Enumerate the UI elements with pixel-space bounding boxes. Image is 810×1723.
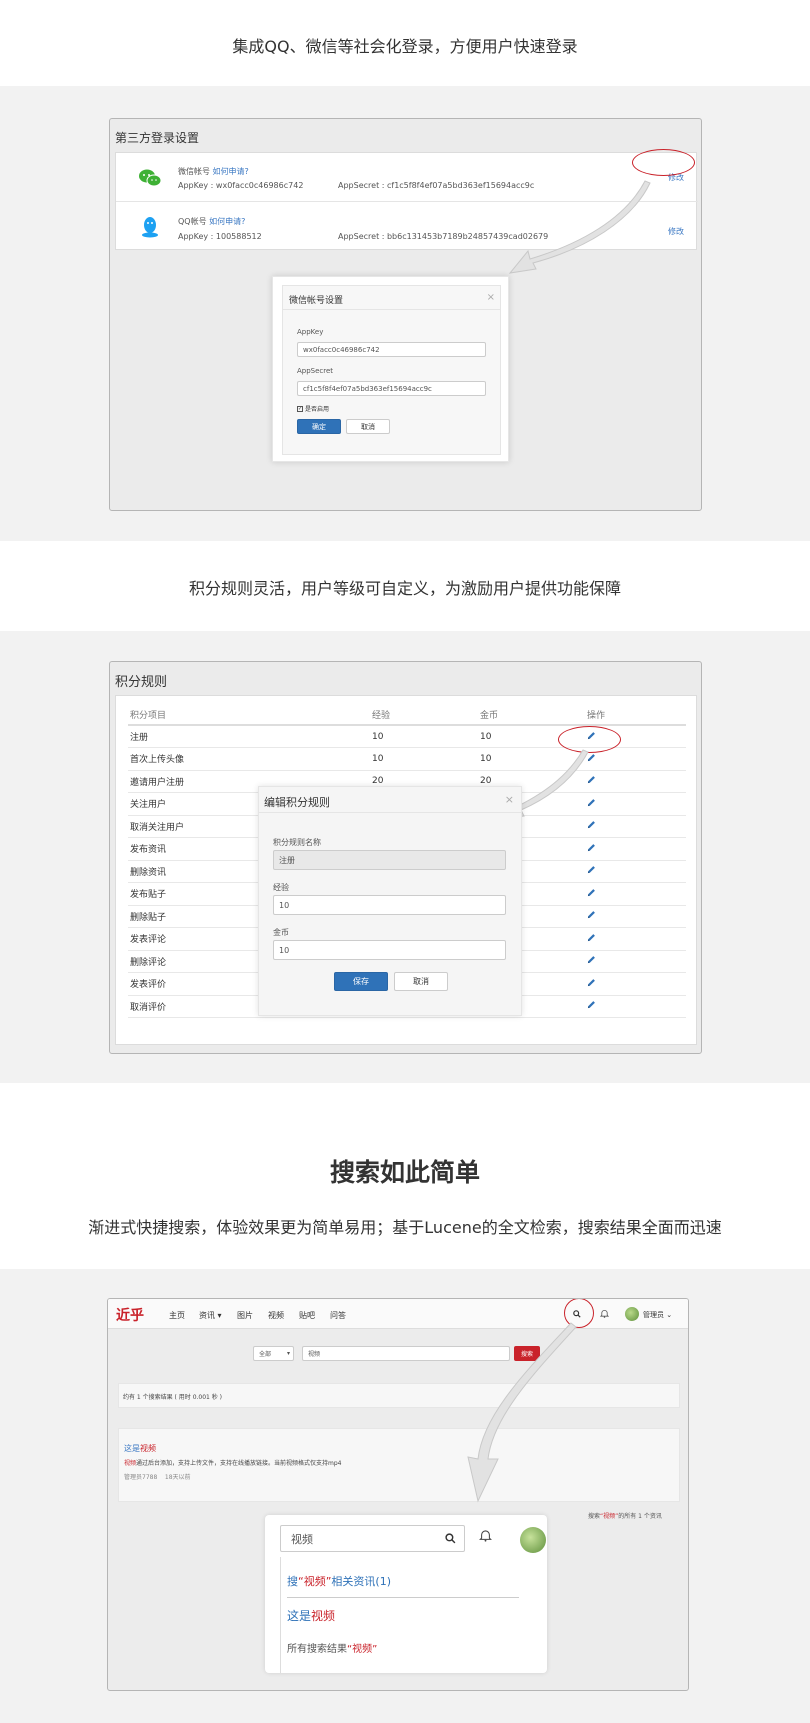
points-rules-caption: 积分规则灵活，用户等级可自定义，为激励用户提供功能保障 <box>188 579 621 598</box>
save-button[interactable]: 保存 <box>334 972 388 991</box>
enabled-checkbox-row[interactable]: ✓ 是否启用 <box>297 404 329 413</box>
divider <box>287 1597 519 1598</box>
close-icon[interactable]: × <box>487 292 495 303</box>
appkey-label: AppKey <box>297 328 324 336</box>
confirm-button[interactable]: 确定 <box>297 419 341 434</box>
dialog-header: 微信帐号设置 × <box>283 286 500 310</box>
appsecret-label: AppSecret <box>297 367 334 375</box>
search-icon[interactable] <box>445 1533 456 1544</box>
cancel-button[interactable]: 取消 <box>394 972 448 991</box>
search-demo-frame: 近乎 主页 资讯 ▾ 图片 视频 贴吧 问答 管理员 ⌄ 全部 ▾ 视频 搜索 约… <box>107 1298 689 1691</box>
dialog-header: 编辑积分规则 × <box>259 787 521 813</box>
third-party-login-frame: 第三方登录设置 微信帐号 如何申请? AppKey : wx0facc0c469… <box>109 118 702 511</box>
social-login-caption: 集成QQ、微信等社会化登录，方便用户快速登录 <box>232 37 578 56</box>
edit-rule-dialog: 编辑积分规则 × 积分规则名称 注册 经验 10 金币 10 保存 取消 <box>258 786 522 1016</box>
checkbox-checked-icon[interactable]: ✓ <box>297 405 303 412</box>
enabled-label: 是否启用 <box>305 406 330 413</box>
dialog-title: 编辑积分规则 <box>264 796 330 809</box>
rule-name-input: 注册 <box>273 850 506 870</box>
search-caption: 渐进式快捷搜索，体验效果更为简单易用；基于Lucene的全文检索，搜索结果全面而… <box>88 1218 722 1237</box>
exp-label: 经验 <box>273 883 289 892</box>
suggest-search-input[interactable]: 视频 <box>280 1525 465 1552</box>
exp-input[interactable]: 10 <box>273 895 506 915</box>
bell-icon[interactable] <box>479 1529 492 1542</box>
avatar[interactable] <box>520 1527 546 1553</box>
dialog-body: 微信帐号设置 × AppKey wx0facc0c46986c742 AppSe… <box>282 285 501 455</box>
suggest-list: 搜“视频”相关资讯(1) 这是视频 所有搜索结果“视频” <box>280 1557 533 1673</box>
coin-label: 金币 <box>273 928 289 937</box>
wechat-settings-dialog: 微信帐号设置 × AppKey wx0facc0c46986c742 AppSe… <box>272 276 509 462</box>
suggest-item[interactable]: 这是视频 <box>287 1607 335 1624</box>
rule-name-label: 积分规则名称 <box>273 838 321 847</box>
dialog-title: 微信帐号设置 <box>289 296 344 306</box>
appkey-input[interactable]: wx0facc0c46986c742 <box>297 342 486 357</box>
appsecret-input[interactable]: cf1c5f8f4ef07a5bd363ef15694acc9c <box>297 381 486 396</box>
coin-input[interactable]: 10 <box>273 940 506 960</box>
cancel-button[interactable]: 取消 <box>346 419 390 434</box>
close-icon[interactable]: × <box>505 793 514 806</box>
search-heading: 搜索如此简单 <box>329 1158 480 1187</box>
suggest-all-results[interactable]: 所有搜索结果“视频” <box>287 1640 377 1655</box>
search-suggest-popup: 视频 搜“视频”相关资讯(1) 这是视频 所有搜索结果“视频” <box>265 1515 547 1673</box>
suggest-related-news[interactable]: 搜“视频”相关资讯(1) <box>287 1573 391 1589</box>
points-rules-frame: 积分规则 积分项目 经验 金币 操作 注册 10 10 首次上传头像 10 10 邀请用户注… <box>109 661 702 1054</box>
